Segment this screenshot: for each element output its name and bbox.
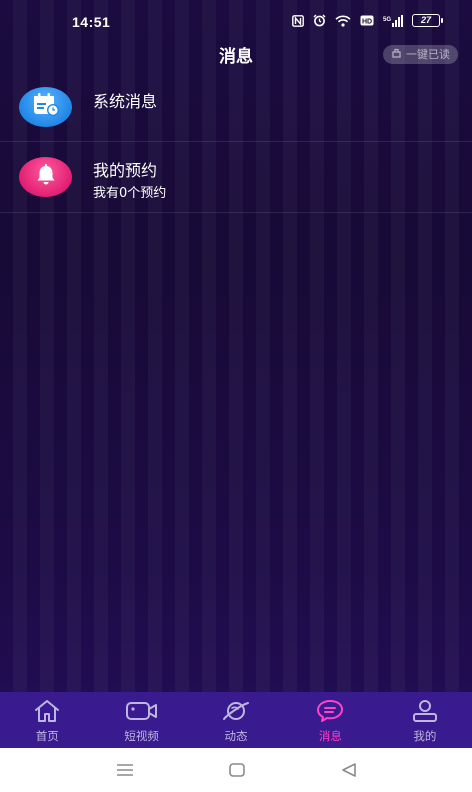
mark-all-read-label: 一键已读	[406, 48, 450, 61]
tab-short-video[interactable]: 短视频	[94, 692, 188, 748]
planet-icon	[221, 699, 251, 726]
system-message-avatar	[19, 87, 72, 127]
wifi-icon	[335, 15, 351, 27]
message-list: 系统消息 我的预约 我有0个预约	[0, 72, 472, 213]
app-screen: 14:51 HD 5G 27 消息 一键已读 系统消息 我的预约 我有0个预约 …	[0, 0, 472, 748]
tab-moments[interactable]: 动态	[189, 692, 283, 748]
svg-text:5G: 5G	[383, 17, 391, 23]
reservation-avatar	[19, 157, 72, 197]
system-navigation-bar	[0, 748, 472, 792]
tab-label: 消息	[318, 729, 342, 743]
tab-messages[interactable]: 消息	[283, 692, 377, 748]
message-item-reservations[interactable]: 我的预约 我有0个预约	[0, 142, 472, 213]
message-item-system[interactable]: 系统消息	[0, 72, 472, 142]
tab-label: 动态	[224, 729, 248, 743]
hd-icon: HD	[360, 15, 374, 26]
cellular-signal-icon: 5G	[383, 14, 403, 27]
menu-icon[interactable]	[116, 762, 134, 782]
status-bar: 14:51 HD 5G 27	[0, 0, 472, 44]
tab-label: 我的	[413, 729, 437, 743]
chat-bubble-icon	[315, 699, 345, 726]
status-time: 14:51	[72, 14, 111, 30]
tab-label: 首页	[35, 729, 59, 743]
bell-icon	[34, 163, 58, 191]
alarm-icon	[313, 14, 326, 27]
svg-text:HD: HD	[362, 18, 372, 25]
person-icon	[411, 699, 439, 726]
clear-icon	[391, 45, 402, 64]
status-icons: HD 5G 27	[292, 14, 443, 27]
video-camera-icon	[125, 699, 159, 726]
message-subtitle: 我有0个预约	[93, 186, 167, 201]
bottom-tab-bar: 首页 短视频 动态 消息 我的	[0, 692, 472, 748]
tab-home[interactable]: 首页	[0, 692, 94, 748]
back-icon[interactable]	[340, 762, 358, 782]
tab-label: 短视频	[124, 729, 159, 743]
battery-icon: 27	[412, 14, 443, 27]
calendar-icon	[31, 92, 61, 122]
message-title: 系统消息	[93, 92, 158, 111]
mark-all-read-button[interactable]: 一键已读	[383, 45, 458, 64]
home-button-icon[interactable]	[228, 762, 246, 782]
home-icon	[33, 699, 61, 726]
nfc-icon	[292, 14, 304, 27]
tab-profile[interactable]: 我的	[378, 692, 472, 748]
message-title: 我的预约	[93, 161, 158, 180]
